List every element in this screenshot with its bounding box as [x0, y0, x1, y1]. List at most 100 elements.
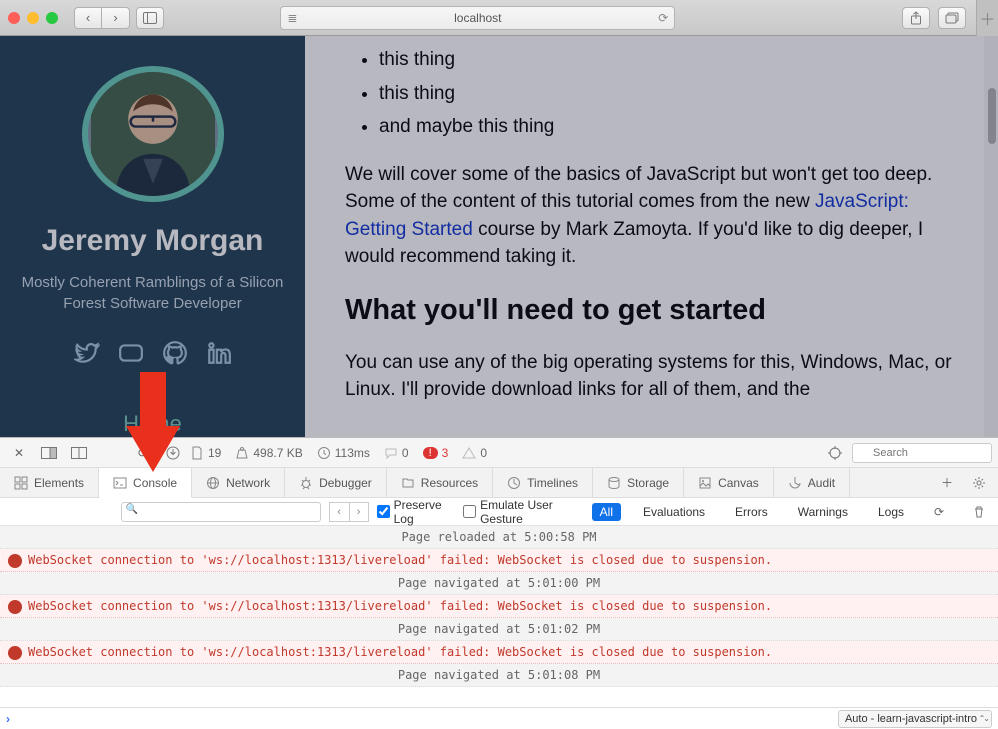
tab-audit[interactable]: Audit [774, 468, 850, 497]
console-info-line: Page navigated at 5:01:02 PM [0, 618, 998, 641]
stat-size: 498.7 KB [235, 446, 302, 460]
tab-debugger[interactable]: Debugger [285, 468, 387, 497]
trash-icon [972, 505, 986, 519]
devtools-search-input[interactable] [852, 443, 992, 463]
chat-icon [384, 446, 398, 460]
execution-context-select[interactable]: Auto - learn-javascript-intro [838, 710, 992, 728]
emulate-gesture-checkbox[interactable]: Emulate User Gesture [463, 498, 584, 526]
dock-bottom-button[interactable] [66, 442, 92, 464]
github-link[interactable] [162, 340, 188, 371]
storage-icon [607, 476, 621, 490]
section-heading: What you'll need to get started [345, 289, 972, 331]
nav-back-forward: ‹ › [74, 7, 130, 29]
add-tab-button[interactable]: ＋ [934, 472, 960, 494]
timelines-icon [507, 476, 521, 490]
social-links [74, 340, 232, 371]
back-button[interactable]: ‹ [74, 7, 102, 29]
document-icon [190, 446, 204, 460]
forward-button[interactable]: › [102, 7, 130, 29]
address-text: localhost [454, 11, 501, 25]
filter-logs[interactable]: Logs [870, 503, 912, 521]
close-window-button[interactable] [8, 12, 20, 24]
prompt-caret-icon: › [6, 712, 10, 726]
console-filter-input[interactable] [121, 502, 321, 522]
sidebar-icon [143, 12, 157, 24]
paragraph: You can use any of the big operating sys… [345, 349, 972, 404]
filter-errors[interactable]: Errors [727, 503, 776, 521]
tabs-button[interactable] [938, 7, 966, 29]
new-tab-button[interactable]: ＋ [976, 0, 998, 36]
refresh-console-button[interactable]: ⟳ [926, 501, 952, 523]
filter-warnings[interactable]: Warnings [790, 503, 856, 521]
inspect-element-button[interactable] [822, 442, 848, 464]
author-name: Jeremy Morgan [42, 224, 264, 258]
tab-timelines[interactable]: Timelines [493, 468, 593, 497]
tab-canvas[interactable]: Canvas [684, 468, 774, 497]
stat-logs: 0 [384, 446, 409, 460]
devtools-settings-button[interactable] [966, 472, 992, 494]
tabs-icon [945, 12, 959, 24]
stat-time: 113ms [317, 446, 370, 460]
dock-bottom-icon [71, 447, 87, 459]
dock-side-button[interactable] [36, 442, 62, 464]
console-error-line: !WebSocket connection to 'ws://localhost… [0, 641, 998, 664]
debugger-icon [299, 476, 313, 490]
console-prompt[interactable]: › Auto - learn-javascript-intro [0, 707, 998, 729]
audit-icon [788, 476, 802, 490]
console-output[interactable]: Page reloaded at 5:00:58 PM!WebSocket co… [0, 526, 998, 707]
github-icon [162, 340, 188, 366]
tab-storage[interactable]: Storage [593, 468, 684, 497]
linkedin-icon [206, 340, 232, 366]
paragraph: We will cover some of the basics of Java… [345, 161, 972, 271]
warning-icon [462, 446, 476, 460]
next-match-button[interactable]: › [349, 502, 369, 522]
scrollbar-thumb[interactable] [988, 88, 996, 144]
console-filter-search-wrap [121, 502, 321, 522]
youtube-icon [118, 340, 144, 366]
clock-icon [317, 446, 331, 460]
share-icon [910, 11, 922, 25]
console-error-line: !WebSocket connection to 'ws://localhost… [0, 549, 998, 572]
clear-console-button[interactable] [966, 501, 992, 523]
tab-resources[interactable]: Resources [387, 468, 493, 497]
preserve-log-checkbox[interactable]: Preserve Log [377, 498, 456, 526]
elements-icon [14, 476, 28, 490]
filter-evaluations[interactable]: Evaluations [635, 503, 713, 521]
author-tagline: Mostly Coherent Ramblings of a Silicon F… [0, 272, 305, 314]
sidebar-toggle-button[interactable] [136, 7, 164, 29]
prev-match-button[interactable]: ‹ [329, 502, 349, 522]
stat-errors[interactable]: ! 3 [423, 446, 449, 460]
gear-icon [972, 476, 986, 490]
tab-elements[interactable]: Elements [0, 468, 99, 497]
console-info-line: Page reloaded at 5:00:58 PM [0, 526, 998, 549]
console-error-line: !WebSocket connection to 'ws://localhost… [0, 595, 998, 618]
devtools-stats: 19 498.7 KB 113ms 0 ! 3 0 [190, 446, 487, 460]
reload-icon[interactable]: ⟳ [658, 11, 668, 25]
window-controls [8, 12, 58, 24]
stat-warnings: 0 [462, 446, 487, 460]
reader-icon[interactable]: ≣ [287, 11, 297, 25]
stat-resources: 19 [190, 446, 221, 460]
dock-side-icon [41, 447, 57, 459]
page-scrollbar[interactable] [984, 36, 998, 437]
close-devtools-button[interactable]: ✕ [6, 442, 32, 464]
zoom-window-button[interactable] [46, 12, 58, 24]
twitter-icon [74, 340, 100, 366]
browser-toolbar: ‹ › ≣ localhost ⟳ ＋ [0, 0, 998, 36]
console-pager: ‹ › [329, 502, 369, 522]
share-button[interactable] [902, 7, 930, 29]
article-content: this thing this thing and maybe this thi… [305, 36, 998, 437]
weight-icon [235, 446, 249, 460]
filter-all[interactable]: All [592, 503, 621, 521]
address-bar[interactable]: ≣ localhost ⟳ [280, 6, 675, 30]
twitter-link[interactable] [74, 340, 100, 371]
canvas-icon [698, 476, 712, 490]
minimize-window-button[interactable] [27, 12, 39, 24]
list-item: and maybe this thing [379, 113, 972, 141]
youtube-link[interactable] [118, 340, 144, 371]
list-item: this thing [379, 80, 972, 108]
network-icon [206, 476, 220, 490]
list-item: this thing [379, 46, 972, 74]
linkedin-link[interactable] [206, 340, 232, 371]
tab-network[interactable]: Network [192, 468, 285, 497]
